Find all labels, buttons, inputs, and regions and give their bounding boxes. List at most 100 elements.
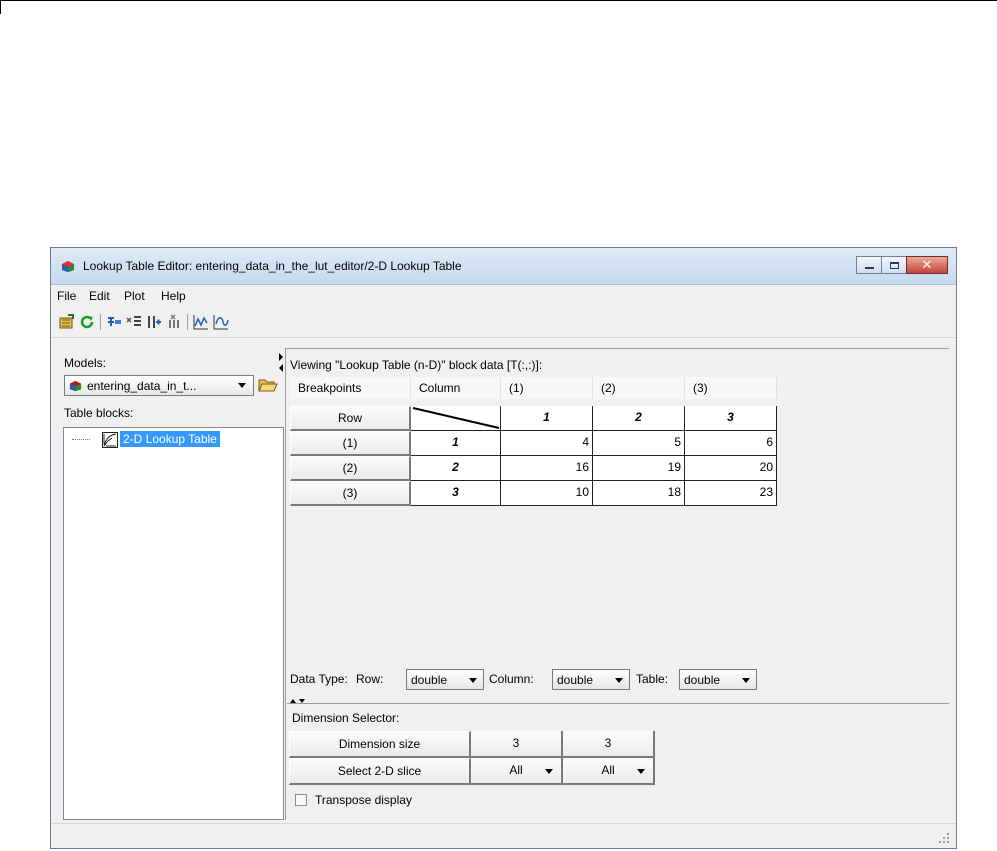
- tree-connector: [72, 439, 90, 440]
- simulink-app-icon: [62, 261, 74, 272]
- slice-select-value: All: [601, 763, 615, 777]
- table-cell[interactable]: 18: [593, 481, 685, 506]
- table-cell[interactable]: 5: [593, 431, 685, 456]
- select-2d-slice-button[interactable]: Select 2-D slice: [289, 758, 471, 785]
- toolbar-separator: [100, 314, 101, 330]
- data-type-row: Data Type: Row: double Column: double Ta…: [290, 669, 950, 691]
- dimension-size-cell: 3: [471, 731, 563, 758]
- line-plot-icon: [193, 315, 208, 330]
- horizontal-splitter[interactable]: [287, 703, 949, 704]
- open-folder-icon: [258, 379, 278, 392]
- diagonal-divider: [412, 407, 500, 429]
- collapse-left-arrow-icon[interactable]: [279, 353, 283, 361]
- chevron-down-icon: [615, 678, 623, 683]
- maximize-icon: [889, 261, 899, 269]
- table-cell[interactable]: 23: [685, 481, 777, 506]
- left-pane: Models: entering_data_in_t... Table bloc…: [60, 348, 284, 820]
- menu-edit[interactable]: Edit: [89, 289, 110, 303]
- model-select[interactable]: entering_data_in_t...: [64, 375, 254, 396]
- header-col-1: (1): [501, 377, 593, 399]
- chevron-down-icon: [545, 769, 553, 774]
- menu-help[interactable]: Help: [161, 289, 186, 303]
- table-type-select[interactable]: double: [679, 669, 757, 690]
- column-breakpoint-cell[interactable]: 3: [685, 406, 777, 431]
- close-button[interactable]: ✕: [906, 256, 948, 274]
- toolbar: [51, 307, 956, 338]
- mesh-plot-icon: [213, 315, 229, 330]
- column-type-value: double: [557, 673, 594, 687]
- open-block-icon: [59, 314, 74, 329]
- row-label-button[interactable]: (1): [290, 431, 411, 456]
- corner-cell: [411, 406, 501, 431]
- table-cell[interactable]: 4: [501, 431, 593, 456]
- slice-select-value: All: [509, 763, 523, 777]
- model-select-value: entering_data_in_t...: [87, 379, 197, 393]
- remove-row-icon: [126, 316, 141, 326]
- lookup-table-block-icon: [102, 432, 118, 448]
- mesh-plot-button[interactable]: [213, 314, 229, 330]
- row-breakpoint-cell[interactable]: 1: [411, 431, 501, 456]
- chevron-down-icon: [238, 383, 246, 388]
- data-type-label: Data Type:: [290, 672, 348, 686]
- header-col-2: (2): [593, 377, 685, 399]
- line-plot-button[interactable]: [193, 314, 209, 330]
- add-column-icon: [148, 316, 161, 328]
- remove-row-button[interactable]: [126, 314, 142, 330]
- dimension-size-button[interactable]: Dimension size: [289, 731, 471, 758]
- menu-bar: File Edit Plot Help: [51, 285, 956, 307]
- table-blocks-label: Table blocks:: [64, 406, 134, 420]
- row-type-select[interactable]: double: [406, 669, 484, 690]
- table-cell[interactable]: 19: [593, 456, 685, 481]
- expand-left-arrow-icon[interactable]: [279, 364, 283, 372]
- toolbar-separator: [187, 314, 188, 330]
- chevron-down-icon: [742, 678, 750, 683]
- table-cell[interactable]: 16: [501, 456, 593, 481]
- table-cell[interactable]: 10: [501, 481, 593, 506]
- maximize-button[interactable]: [881, 256, 907, 274]
- viewing-label: Viewing "Lookup Table (n-D)" block data …: [290, 358, 543, 372]
- remove-column-button[interactable]: [166, 314, 182, 330]
- dimension-selector-label: Dimension Selector:: [292, 711, 400, 725]
- page-top-rule: [0, 0, 997, 1]
- slice-select[interactable]: All: [471, 758, 563, 785]
- tree-item-label: 2-D Lookup Table: [120, 431, 220, 447]
- row-label-button[interactable]: (2): [290, 456, 411, 481]
- column-breakpoint-cell[interactable]: 1: [501, 406, 593, 431]
- menu-file[interactable]: File: [57, 289, 76, 303]
- resize-grip-icon[interactable]: [938, 832, 950, 844]
- transpose-checkbox[interactable]: [295, 794, 307, 806]
- dimension-size-cell: 3: [563, 731, 655, 758]
- page-corner-tick: [0, 0, 1, 14]
- table-blocks-tree: 2-D Lookup Table: [63, 427, 284, 820]
- add-row-icon: [108, 317, 121, 326]
- open-model-button[interactable]: [258, 376, 278, 394]
- refresh-button[interactable]: [79, 314, 95, 330]
- chevron-down-icon: [637, 769, 645, 774]
- add-row-button[interactable]: [106, 314, 122, 330]
- lookup-table-editor-window: Lookup Table Editor: entering_data_in_th…: [50, 247, 957, 849]
- row-header-button[interactable]: Row: [290, 406, 411, 431]
- column-type-label: Column:: [489, 672, 534, 686]
- window-controls: ✕: [856, 256, 948, 275]
- slice-select[interactable]: All: [563, 758, 655, 785]
- chevron-down-icon: [469, 678, 477, 683]
- table-cell[interactable]: 20: [685, 456, 777, 481]
- remove-column-icon: [169, 314, 179, 328]
- minimize-button[interactable]: [856, 256, 882, 274]
- close-icon: ✕: [921, 257, 933, 273]
- row-type-value: double: [411, 673, 448, 687]
- add-column-button[interactable]: [146, 314, 162, 330]
- table-type-value: double: [684, 673, 721, 687]
- row-breakpoint-cell[interactable]: 2: [411, 456, 501, 481]
- row-label-button[interactable]: (3): [290, 481, 411, 506]
- column-breakpoint-cell[interactable]: 2: [593, 406, 685, 431]
- column-type-select[interactable]: double: [552, 669, 630, 690]
- simulink-model-icon: [69, 380, 82, 392]
- open-block-button[interactable]: [59, 314, 75, 330]
- menu-plot[interactable]: Plot: [124, 289, 145, 303]
- models-label: Models:: [64, 356, 107, 370]
- title-bar: Lookup Table Editor: entering_data_in_th…: [51, 248, 956, 285]
- window-title: Lookup Table Editor: entering_data_in_th…: [83, 259, 462, 273]
- table-cell[interactable]: 6: [685, 431, 777, 456]
- row-breakpoint-cell[interactable]: 3: [411, 481, 501, 506]
